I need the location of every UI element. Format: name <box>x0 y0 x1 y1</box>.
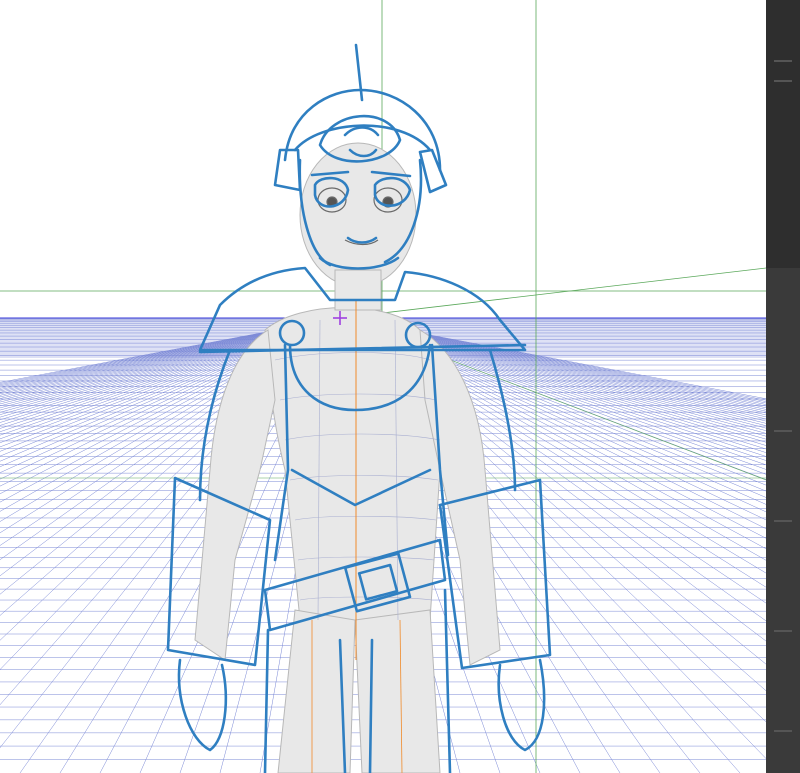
mannequin-leg-right <box>354 609 441 773</box>
sketch-hand-right <box>497 658 546 752</box>
sketch-helmet-antenna <box>354 43 364 102</box>
panel-tick <box>774 730 792 732</box>
panel-tick <box>774 60 792 62</box>
panel-segment-top <box>766 0 800 268</box>
right-side-panel <box>766 0 800 773</box>
panel-tick <box>774 630 792 632</box>
sketch-hand-left <box>177 658 228 752</box>
panel-tick <box>774 520 792 522</box>
sketch-earguard-right <box>418 148 448 194</box>
mannequin-head <box>299 142 417 288</box>
sketch-leg-right <box>443 588 452 773</box>
mannequin-neck <box>334 269 382 311</box>
panel-tick <box>774 430 792 432</box>
sketch-earguard-left <box>273 148 302 192</box>
drawing-canvas[interactable] <box>0 0 766 773</box>
panel-tick <box>774 80 792 82</box>
sketch-leg-left <box>263 628 270 773</box>
perspective-scene <box>0 0 766 773</box>
